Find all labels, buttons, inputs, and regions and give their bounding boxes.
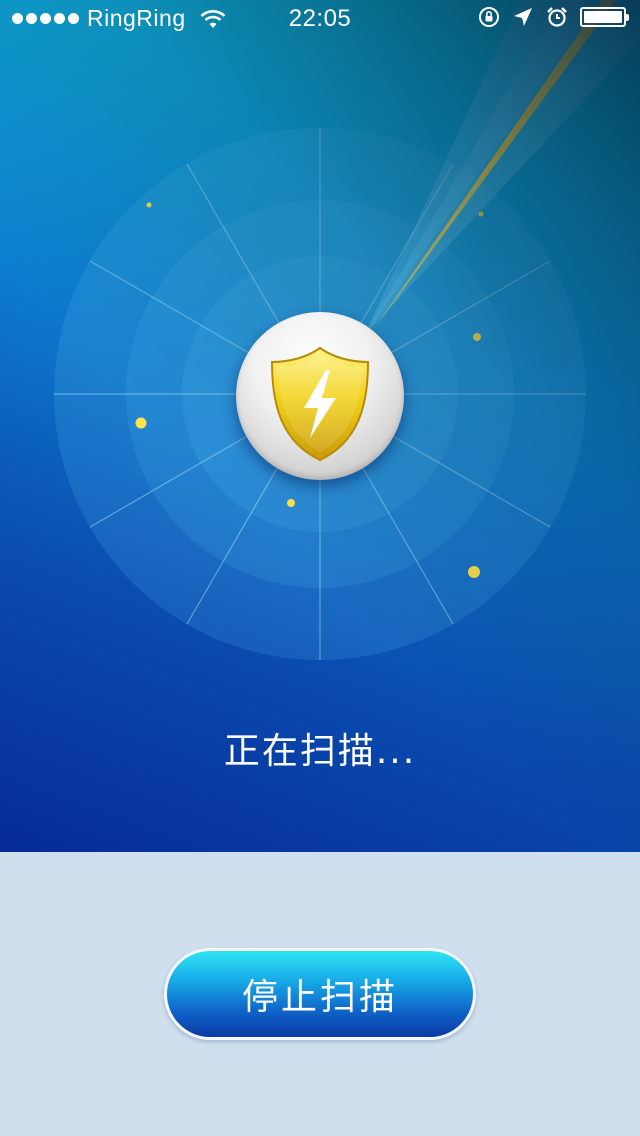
radar-blip (146, 202, 152, 208)
alarm-clock-icon (547, 7, 567, 27)
radar-blip (478, 211, 484, 217)
orientation-lock-icon (479, 7, 499, 27)
battery-level (584, 11, 622, 23)
status-right (478, 6, 629, 28)
stop-scan-button[interactable]: 停止扫描 (164, 948, 476, 1040)
status-bar: RingRing 22:05 (0, 0, 640, 40)
scan-screen: RingRing 22:05 正在扫描... 停止扫描 (0, 0, 640, 1136)
location-arrow-icon (514, 8, 532, 26)
scan-status-text: 正在扫描... (223, 731, 417, 772)
shield-lightning-icon (270, 346, 370, 462)
radar-blip (468, 566, 480, 578)
battery-icon (580, 7, 629, 27)
stop-scan-button-label: 停止扫描 (241, 977, 398, 1018)
scan-panel: RingRing 22:05 正在扫描... (0, 0, 640, 852)
radar-blip (135, 417, 147, 429)
radar-blip (287, 499, 295, 507)
radar-blip (473, 333, 481, 341)
